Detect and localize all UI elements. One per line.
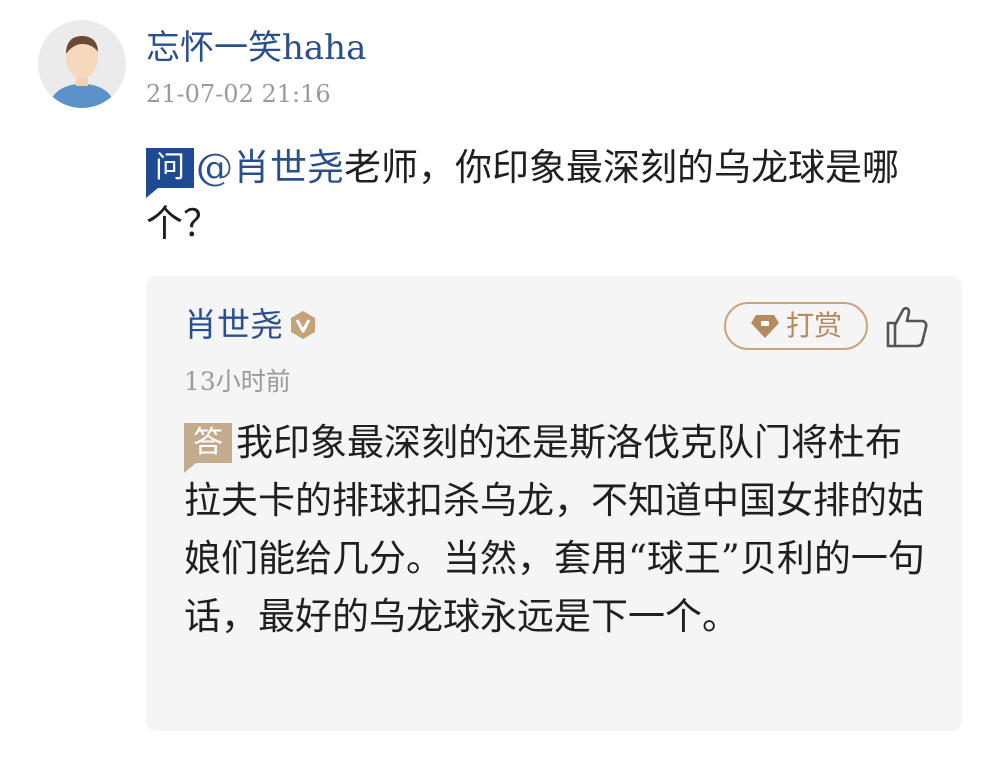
question-badge: 问 — [146, 148, 194, 198]
answer-badge: 答 — [184, 423, 232, 473]
comment-timestamp: 21-07-02 21:16 — [146, 80, 331, 108]
mention-link[interactable]: @肖世尧 — [196, 146, 344, 189]
thumbs-up-icon[interactable] — [884, 304, 930, 350]
question-text-block: 问 @肖世尧老师，你印象最深刻的乌龙球是哪个？ — [146, 140, 926, 252]
username[interactable]: 忘怀一笑haha — [146, 26, 366, 70]
reward-label: 打赏 — [785, 309, 842, 342]
answer-body: 我印象最深刻的还是斯洛伐克队门将杜布拉夫卡的排球扣杀乌龙，不知道中国女排的姑娘们… — [184, 421, 925, 638]
responder-name-row: 肖世尧 — [184, 302, 319, 348]
answer-text-block: 答我印象最深刻的还是斯洛伐克队门将杜布拉夫卡的排球扣杀乌龙，不知道中国女排的姑娘… — [184, 414, 934, 646]
user-avatar-icon — [38, 20, 126, 108]
answer-time: 13小时前 — [184, 367, 291, 396]
verified-badge-icon — [291, 311, 315, 339]
avatar[interactable] — [38, 20, 126, 108]
answer-card: 肖世尧 打赏 13小时前 答我印象最深刻的还是斯洛伐克队门将杜布拉夫卡的排球扣杀… — [146, 276, 962, 731]
reward-button[interactable]: 打赏 — [724, 302, 868, 350]
gem-icon — [750, 315, 779, 338]
responder-name[interactable]: 肖世尧 — [184, 305, 283, 344]
